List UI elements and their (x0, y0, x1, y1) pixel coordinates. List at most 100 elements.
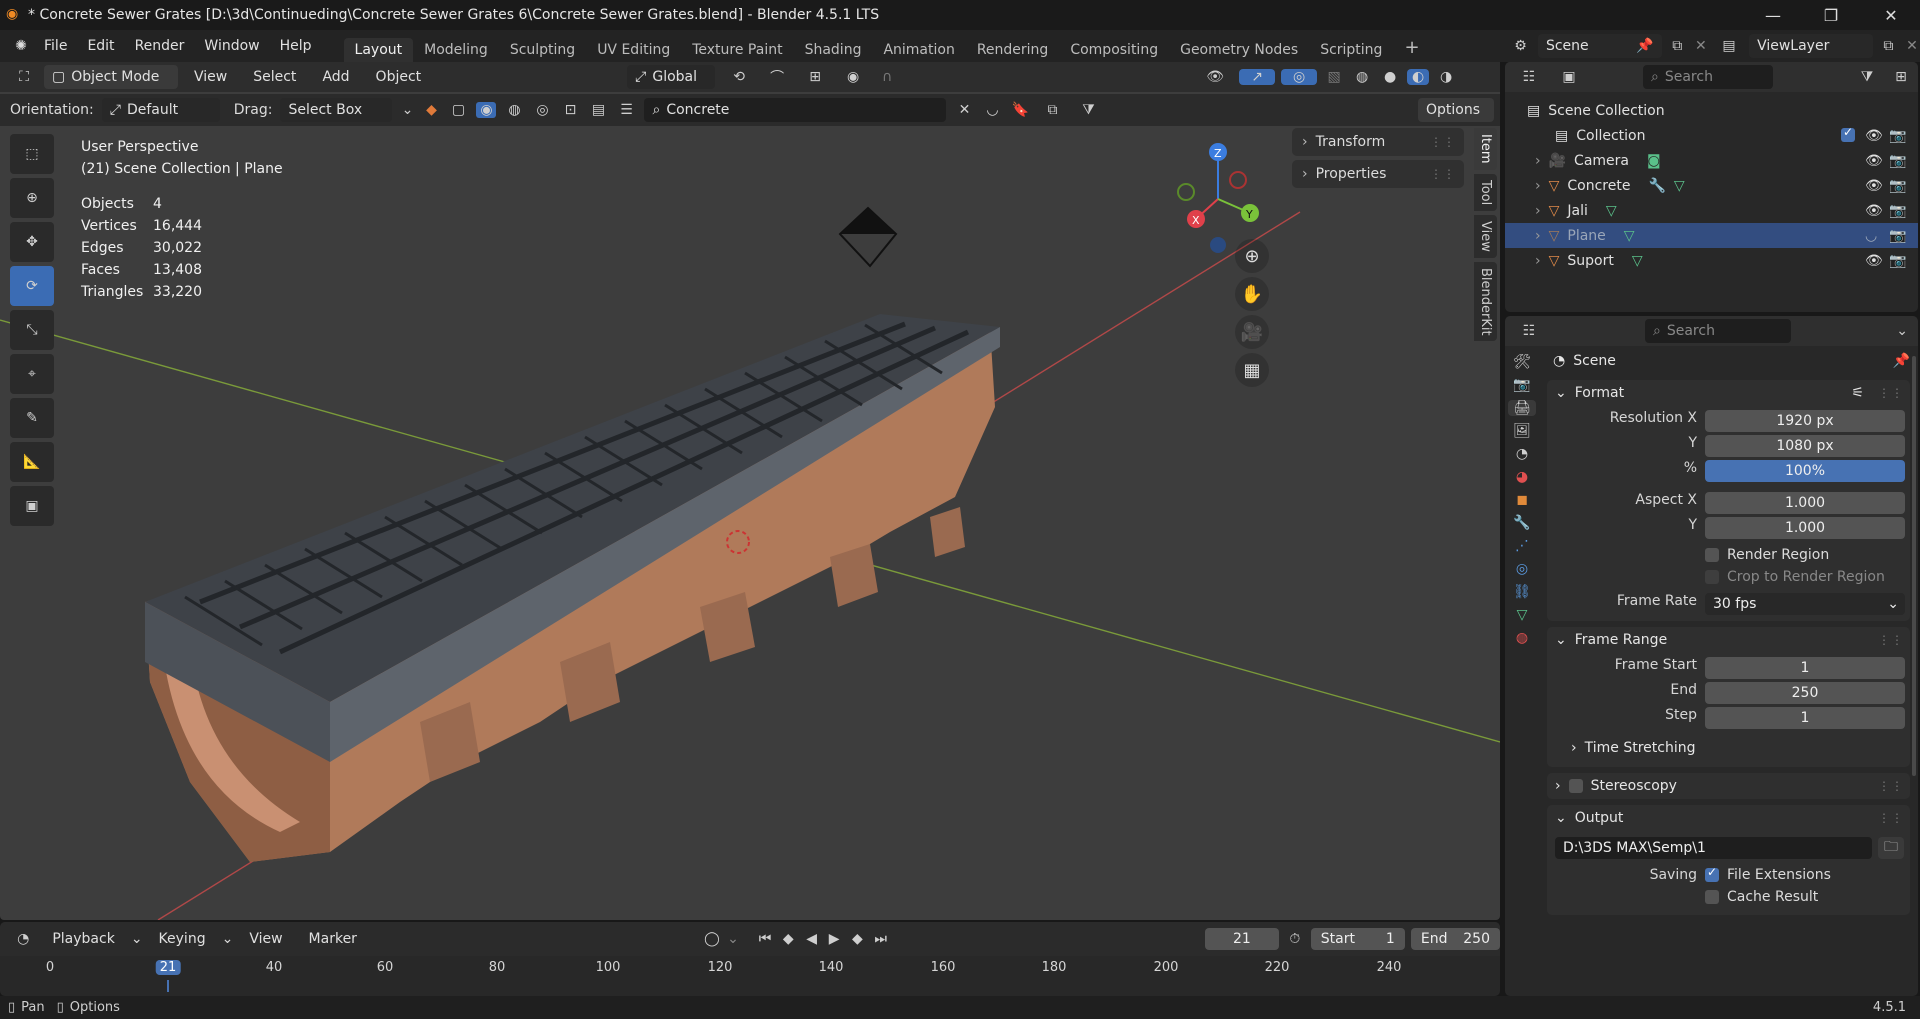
physics-tab-icon[interactable]: ◎ (1516, 561, 1528, 577)
viewport-3d[interactable]: ⬚ ⊕ ✥ ⟳ ⤡ ⌖ ✎ 📐 ▣ User Perspective (21) … (0, 62, 1500, 920)
tab-rendering[interactable]: Rendering (966, 38, 1060, 62)
drag-handle-icon[interactable]: ⋮⋮ (1878, 386, 1904, 400)
drag-handle-icon[interactable]: ⋮⋮ (1430, 135, 1456, 149)
outliner-row-scene-collection[interactable]: ▤ Scene Collection (1505, 98, 1918, 123)
stereoscopy-header[interactable]: › Stereoscopy ⋮⋮ (1547, 773, 1910, 799)
jump-start-icon[interactable]: ⏮ (757, 931, 773, 947)
tab-uv-editing[interactable]: UV Editing (586, 38, 681, 62)
jump-end-icon[interactable]: ⏭ (872, 931, 888, 947)
transform-orientation-dropdown[interactable]: ⤢ Global (627, 65, 716, 89)
render-tab-icon[interactable]: 📷 (1513, 377, 1530, 393)
zoom-icon[interactable]: ⊕ (1235, 239, 1269, 273)
resolution-percent-field[interactable]: 100% (1705, 460, 1905, 482)
scene-icon[interactable]: ⚙ (1509, 38, 1532, 54)
outliner-editor-icon[interactable]: ☷ (1513, 69, 1545, 85)
editor-type-icon[interactable]: ⛶ (10, 69, 38, 85)
eye-icon[interactable]: 👁 (1865, 153, 1883, 169)
falloff-icon[interactable]: ∩ (873, 69, 901, 85)
outliner-row-jali[interactable]: › ▽ Jali ▽ 👁 📷 (1505, 198, 1918, 223)
add-workspace-icon[interactable]: + (1393, 37, 1430, 62)
drag-dropdown[interactable]: Select Box (280, 98, 393, 122)
bookmark-icon[interactable]: 🔖 (1010, 102, 1030, 118)
output-tab-icon[interactable]: 🖨 (1508, 400, 1536, 416)
filter-icon[interactable]: ⧩ (1074, 102, 1102, 118)
tab-animation[interactable]: Animation (872, 38, 965, 62)
viewport-menu-select[interactable]: Select (243, 69, 306, 85)
asset-type-icon[interactable]: ⧉ (1038, 102, 1066, 118)
eye-icon[interactable]: 👁 (1865, 128, 1883, 144)
close-button[interactable]: ✕ (1868, 0, 1914, 30)
properties-editor-icon[interactable]: ☷ (1513, 323, 1545, 339)
xray-icon[interactable]: ▧ (1323, 69, 1345, 85)
mode-dropdown[interactable]: ▢ Object Mode (44, 65, 178, 89)
auto-keying-icon[interactable]: ◯ (703, 931, 721, 947)
add-cube-tool[interactable]: ▣ (10, 486, 54, 526)
exclude-checkbox[interactable] (1841, 125, 1855, 142)
tab-blenderkit[interactable]: BlenderKit (1474, 261, 1497, 342)
menu-window[interactable]: Window (194, 38, 269, 54)
select-new-icon[interactable]: ▢ (448, 102, 468, 118)
frame-range-header[interactable]: ⌄ Frame Range ⋮⋮ (1547, 627, 1910, 653)
modifier-tab-icon[interactable]: 🔧 (1513, 515, 1530, 531)
camera-render-icon[interactable]: 📷 (1889, 178, 1906, 194)
select-invert-icon[interactable]: ◎ (532, 102, 552, 118)
aspect-y-field[interactable]: 1.000 (1705, 517, 1905, 539)
tab-shading[interactable]: Shading (794, 38, 873, 62)
select-subtract-icon[interactable]: ◍ (504, 102, 524, 118)
remove-view-layer-icon[interactable]: ✕ (1904, 38, 1920, 54)
eye-icon[interactable]: 👁 (1865, 178, 1883, 194)
transform-tool[interactable]: ⌖ (10, 354, 54, 394)
new-collection-icon[interactable]: ⊞ (1890, 69, 1912, 85)
pin-icon[interactable]: 📌 (1893, 353, 1910, 369)
preview-range-icon[interactable]: ⏱ (1285, 931, 1305, 947)
presets-icon[interactable]: ⚟ (1851, 385, 1864, 401)
resolution-y-field[interactable]: 1080 px (1705, 435, 1905, 457)
snap-target-icon[interactable]: ⊞ (797, 69, 833, 85)
format-header[interactable]: ⌄ Format ⚟ ⋮⋮ (1547, 380, 1910, 406)
chevron-down-icon[interactable]: ⌄ (400, 102, 414, 118)
visibility-icon[interactable]: 👁 (1197, 69, 1233, 85)
minimize-button[interactable]: — (1750, 0, 1796, 30)
properties-section[interactable]: › Properties ⋮⋮ (1292, 160, 1464, 188)
pivot-icon[interactable]: ⟲ (721, 69, 757, 85)
overlay-toggle-icon[interactable]: ◎ (1281, 69, 1318, 85)
select-box-tool[interactable]: ⬚ (10, 134, 54, 174)
timeline-menu-marker[interactable]: Marker (299, 931, 367, 947)
particles-tab-icon[interactable]: ⋰ (1515, 538, 1529, 554)
timeline-menu-keying[interactable]: Keying (149, 931, 216, 947)
tab-layout[interactable]: Layout (343, 38, 414, 62)
viewport-menu-add[interactable]: Add (312, 69, 359, 85)
tab-item[interactable]: Item (1474, 128, 1497, 170)
orientation-dropdown[interactable]: ⤢ Default (101, 98, 220, 122)
timeline-ruler[interactable]: 0 21 40 60 80 100 120 140 160 180 200 22… (0, 960, 1500, 992)
end-frame-field[interactable]: End 250 (1410, 928, 1500, 950)
scene-field[interactable]: Scene 📌 (1537, 34, 1662, 58)
snap-icon[interactable]: ⌒ (763, 67, 791, 87)
new-view-layer-icon[interactable]: ⧉ (1879, 38, 1898, 54)
chevron-down-icon[interactable]: ⌄ (1896, 323, 1908, 339)
rotate-tool[interactable]: ⟳ (10, 266, 54, 306)
aspect-x-field[interactable]: 1.000 (1705, 492, 1905, 514)
ortho-grid-icon[interactable]: ▦ (1235, 353, 1269, 387)
view-layer-icon[interactable]: ▤ (1715, 38, 1743, 54)
properties-scrollbar[interactable] (1912, 356, 1916, 776)
resolution-x-field[interactable]: 1920 px (1705, 410, 1905, 432)
menu-help[interactable]: Help (270, 38, 322, 54)
rendered-shading-icon[interactable]: ◑ (1435, 69, 1457, 85)
constraints-tab-icon[interactable]: ⛓ (1513, 584, 1531, 600)
blender-menu-icon[interactable]: ✺ (8, 38, 34, 54)
asset-list-icon[interactable]: ☰ (616, 102, 636, 118)
tab-modeling[interactable]: Modeling (413, 38, 499, 62)
outliner-row-suport[interactable]: › ▽ Suport ▽ 👁 📷 (1505, 248, 1918, 273)
asset-search-input[interactable]: ⌕ Concrete (644, 98, 947, 122)
drag-handle-icon[interactable]: ⋮⋮ (1878, 811, 1904, 825)
data-tab-icon[interactable]: ▽ (1517, 607, 1528, 623)
material-icon[interactable]: ◡ (982, 102, 1002, 118)
stereoscopy-checkbox[interactable] (1568, 779, 1583, 793)
display-mode-icon[interactable]: ▣ (1553, 69, 1585, 85)
proportional-edit-icon[interactable]: ◉ (839, 69, 867, 85)
frame-end-field[interactable]: 250 (1705, 682, 1905, 704)
world-tab-icon[interactable]: ◕ (1516, 469, 1528, 485)
tab-geometry-nodes[interactable]: Geometry Nodes (1169, 38, 1309, 62)
select-extend-icon[interactable]: ◉ (476, 102, 497, 118)
